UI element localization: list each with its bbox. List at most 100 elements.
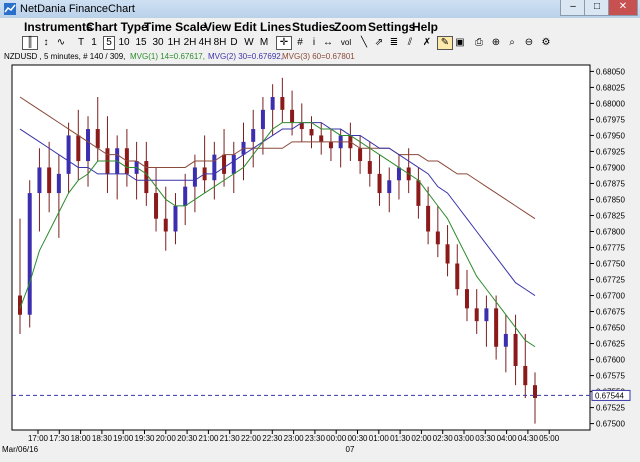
candle-body xyxy=(416,180,421,206)
menu-instruments[interactable]: Instruments xyxy=(24,20,93,34)
trend-icon[interactable]: ⇗ xyxy=(373,36,385,50)
timeframe-4h[interactable]: 4H xyxy=(198,36,212,50)
plot-area xyxy=(11,64,591,431)
zoom-out-icon[interactable]: ⊖ xyxy=(523,36,535,50)
y-tick-label: 0.67525 xyxy=(596,404,625,413)
y-tick-label: 0.67500 xyxy=(596,420,625,429)
volume-icon[interactable]: vol xyxy=(338,36,354,50)
candle-body xyxy=(523,365,528,386)
x-tick-label: 21:00 xyxy=(198,434,219,443)
menu-lines[interactable]: Lines xyxy=(260,20,291,34)
timeframe-30[interactable]: 30 xyxy=(151,36,165,50)
candle-body xyxy=(183,186,188,206)
x-tick-label: 00:00 xyxy=(326,434,347,443)
menu-help[interactable]: Help xyxy=(412,20,438,34)
mvg3-label: MVG(3) 60=0.67801 xyxy=(282,52,355,61)
x-tick-label: 01:30 xyxy=(390,434,411,443)
menu-chart-type[interactable]: Chart Type xyxy=(86,20,148,34)
candle-body xyxy=(494,308,499,347)
candle-body xyxy=(377,173,382,194)
candle-body xyxy=(474,308,479,322)
menu-time-scale[interactable]: Time Scale xyxy=(144,20,206,34)
timeframe-15[interactable]: 15 xyxy=(134,36,148,50)
magnifier-icon[interactable]: ⌕ xyxy=(506,36,518,50)
candle-body xyxy=(513,333,518,366)
timeframe-5[interactable]: 5 xyxy=(103,36,115,50)
candle-body xyxy=(86,129,91,162)
menu-edit[interactable]: Edit xyxy=(234,20,257,34)
zoom-in-icon[interactable]: ⊕ xyxy=(490,36,502,50)
menu-studies[interactable]: Studies xyxy=(292,20,335,34)
timeframe-1h[interactable]: 1H xyxy=(167,36,181,50)
fib-icon[interactable]: ≣ xyxy=(388,36,400,50)
close-button[interactable]: ✕ xyxy=(608,0,638,16)
price-chart[interactable]: 0.68050 0.68025 0.68000 0.67975 0.67950 0.679… xyxy=(0,63,640,459)
candle-body xyxy=(66,135,71,174)
zoom-fit-icon[interactable]: ↔ xyxy=(321,36,335,50)
y-tick-label: 0.67975 xyxy=(596,115,625,124)
pencil-icon[interactable]: ✎ xyxy=(437,36,453,50)
candle-body xyxy=(270,97,275,110)
print-icon[interactable]: ⎙ xyxy=(473,36,485,50)
x-tick-label: 17:00 xyxy=(28,434,49,443)
last-price-label: 0.67544 xyxy=(595,391,624,400)
y-tick-label: 0.67800 xyxy=(596,227,625,236)
candle-body xyxy=(260,109,265,130)
timeframe-t[interactable]: T xyxy=(76,36,86,50)
channel-icon[interactable]: ⫽ xyxy=(403,36,417,50)
timeframe-d[interactable]: D xyxy=(229,36,239,50)
bar-chart-icon[interactable]: ║ xyxy=(22,36,38,50)
candle-body xyxy=(464,289,469,309)
timeframe-1[interactable]: 1 xyxy=(89,36,99,50)
y-tick-label: 0.67925 xyxy=(596,147,625,156)
x-tick-label: 22:00 xyxy=(241,434,262,443)
y-tick-label: 0.67825 xyxy=(596,211,625,220)
eraser-icon[interactable]: ▣ xyxy=(454,36,466,50)
candle-body xyxy=(426,205,431,232)
timeframe-8h[interactable]: 8H xyxy=(213,36,227,50)
timeframe-10[interactable]: 10 xyxy=(117,36,131,50)
timeframe-w[interactable]: W xyxy=(243,36,255,50)
menu-view[interactable]: View xyxy=(204,20,231,34)
candle-body xyxy=(47,167,52,194)
line-draw-icon[interactable]: ╲ xyxy=(358,36,370,50)
indicator-legend: NZDUSD , 5 minutes, # 140 / 309, MVG(1) … xyxy=(0,51,640,63)
x-tick-label: 22:30 xyxy=(262,434,283,443)
y-tick-label: 0.67850 xyxy=(596,195,625,204)
x-tick-label: 02:30 xyxy=(433,434,454,443)
candle-body xyxy=(455,263,460,290)
candle-body xyxy=(280,97,285,110)
y-tick-label: 0.67950 xyxy=(596,131,625,140)
timeframe-2h[interactable]: 2H xyxy=(183,36,197,50)
y-tick-label: 0.67900 xyxy=(596,163,625,172)
chart-area[interactable]: 0.68050 0.68025 0.68000 0.67975 0.67950 0.679… xyxy=(0,63,640,459)
app-icon xyxy=(4,3,16,15)
candle-chart-icon[interactable]: ↕ xyxy=(40,36,52,50)
candle-body xyxy=(222,154,227,174)
mvg1-label: MVG(1) 14=0.67617, xyxy=(130,52,205,61)
crosshair-icon[interactable]: ✛ xyxy=(276,36,292,50)
info-icon[interactable]: i xyxy=(309,36,319,50)
menu-settings[interactable]: Settings xyxy=(368,20,415,34)
line-chart-icon[interactable]: ∿ xyxy=(55,36,67,50)
y-tick-label: 0.67650 xyxy=(596,324,625,333)
cross-out-icon[interactable]: ✗ xyxy=(421,36,433,50)
maximize-button[interactable]: □ xyxy=(584,0,610,16)
timeframe-m[interactable]: M xyxy=(258,36,270,50)
candle-body xyxy=(396,167,401,181)
x-tick-label: 23:00 xyxy=(284,434,305,443)
minimize-button[interactable]: – xyxy=(560,0,586,16)
candle-body xyxy=(309,129,314,136)
candle-body xyxy=(76,135,81,162)
x-tick-label: 03:30 xyxy=(475,434,496,443)
settings-icon[interactable]: ⚙ xyxy=(540,36,552,50)
x-tick-label: 20:30 xyxy=(177,434,198,443)
grid-icon[interactable]: # xyxy=(294,36,306,50)
candle-body xyxy=(56,173,61,194)
x-tick-label: 18:30 xyxy=(92,434,113,443)
y-tick-label: 0.67725 xyxy=(596,276,625,285)
x-tick-label: 05:00 xyxy=(539,434,560,443)
mvg2-label: MVG(2) 30=0.67692, xyxy=(208,52,283,61)
menu-zoom[interactable]: Zoom xyxy=(334,20,367,34)
candle-body xyxy=(95,129,100,149)
